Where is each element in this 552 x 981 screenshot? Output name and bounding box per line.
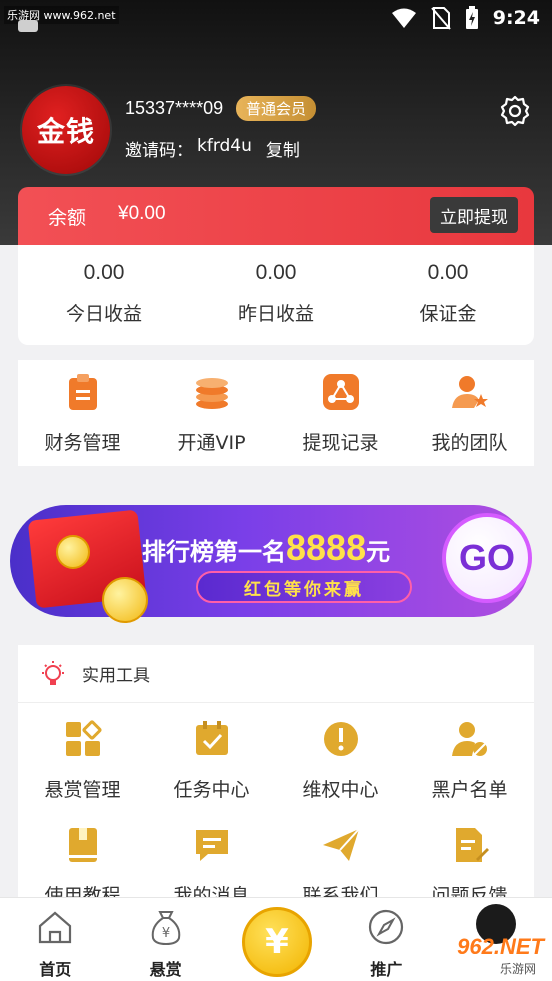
- tool-blacklist[interactable]: 黑户名单: [405, 703, 534, 809]
- edit-doc-icon: [455, 828, 489, 862]
- user-phone: 15337****09: [125, 98, 224, 118]
- book-icon: [68, 828, 97, 862]
- yuan-coin-icon: ¥: [265, 922, 289, 962]
- home-icon: [39, 911, 72, 944]
- member-badge: 普通会员: [236, 96, 317, 121]
- invite-row: 邀请码： kfrd4u 复制: [125, 136, 300, 161]
- earning-label: 昨日收益: [237, 303, 314, 325]
- quick-item-label: 财务管理: [44, 432, 121, 454]
- status-bar: 乐游网 www.962.net 9:24: [0, 0, 552, 38]
- avatar-text: 金钱: [36, 115, 95, 148]
- quick-item-team[interactable]: 我的团队: [405, 360, 534, 466]
- earnings-panel: 0.00 今日收益 0.00 昨日收益 0.00 保证金: [18, 245, 534, 345]
- tool-rights-center[interactable]: 维权中心: [276, 703, 405, 809]
- tool-label: 维权中心: [302, 779, 379, 801]
- quick-item-withdraw-records[interactable]: 提现记录: [276, 360, 405, 466]
- svg-text:¥: ¥: [161, 926, 169, 941]
- send-icon: [322, 828, 360, 861]
- user-star-icon: [451, 376, 488, 408]
- user-block-icon: [451, 722, 487, 756]
- banner-amount: 8888: [286, 527, 367, 568]
- earning-value: 0.00: [255, 261, 297, 284]
- banner-title-text: 排行榜第一名: [142, 538, 286, 566]
- copy-button[interactable]: 复制: [266, 136, 300, 161]
- withdraw-button[interactable]: 立即提现: [430, 197, 518, 233]
- quick-menu: 财务管理 开通VIP 提现记录 我的团队: [18, 360, 534, 466]
- tools-panel: 实用工具 悬赏管理 任务中心 维权中心 黑户名单 使用教程 我的消息 联系我们 …: [18, 645, 534, 907]
- coin-icon: [102, 577, 148, 623]
- earning-value: 0.00: [427, 261, 469, 284]
- invite-code: kfrd4u: [197, 136, 252, 156]
- coins-icon: [195, 378, 228, 409]
- nav-promote[interactable]: 推广: [331, 898, 441, 981]
- nav-bounty[interactable]: ¥ 悬赏: [110, 898, 220, 981]
- corner-watermark: 962.NET: [457, 934, 544, 959]
- compass-icon: [369, 909, 404, 945]
- tools-header: 实用工具: [18, 645, 534, 703]
- banner-unit: 元: [366, 538, 391, 566]
- tool-label: 悬赏管理: [44, 779, 121, 801]
- banner-title: 排行榜第一名8888元: [142, 527, 390, 569]
- quick-item-finance[interactable]: 财务管理: [18, 360, 147, 466]
- nav-label: 悬赏: [149, 960, 182, 979]
- quick-item-label: 我的团队: [431, 432, 508, 454]
- earning-today[interactable]: 0.00 今日收益: [18, 245, 190, 345]
- go-label: GO: [458, 537, 515, 578]
- lightbulb-icon: [42, 660, 64, 685]
- tool-label: 黑户名单: [431, 779, 508, 801]
- clipboard-icon: [68, 374, 97, 410]
- share-icon: [322, 374, 359, 410]
- corner-watermark-sub: 乐游网: [499, 962, 536, 976]
- balance-value: ¥0.00: [118, 203, 166, 224]
- nav-label: 推广: [370, 960, 403, 979]
- earning-deposit[interactable]: 0.00 保证金: [362, 245, 534, 345]
- nav-label: 首页: [39, 960, 72, 979]
- watermark-logo: [18, 20, 38, 32]
- alert-icon: [323, 722, 358, 756]
- go-button[interactable]: GO: [442, 513, 532, 603]
- quick-item-label: 提现记录: [302, 432, 379, 454]
- no-sim-icon: [430, 7, 451, 30]
- balance-label: 余额: [48, 207, 87, 229]
- tool-label: 任务中心: [173, 779, 250, 801]
- wifi-icon: [391, 8, 416, 28]
- balance-card: 余额 ¥0.00 立即提现: [18, 187, 534, 245]
- tool-task-center[interactable]: 任务中心: [147, 703, 276, 809]
- clock-time: 9:24: [492, 7, 540, 29]
- coin-icon: [56, 535, 90, 569]
- earning-value: 0.00: [83, 261, 125, 284]
- tools-title: 实用工具: [82, 666, 150, 686]
- quick-item-vip[interactable]: 开通VIP: [147, 360, 276, 466]
- settings-gear-icon[interactable]: [498, 94, 532, 128]
- grid-icon: [65, 720, 102, 756]
- status-icons: 9:24: [391, 6, 540, 30]
- message-icon: [195, 830, 228, 861]
- invite-label: 邀请码：: [125, 141, 193, 161]
- money-bag-icon: ¥: [151, 911, 180, 946]
- nav-home[interactable]: 首页: [0, 898, 110, 981]
- banner-subtitle: 红包等你来赢: [196, 571, 412, 603]
- ranking-banner[interactable]: 排行榜第一名8888元 红包等你来赢 GO: [10, 505, 532, 623]
- quick-item-label: 开通VIP: [177, 432, 246, 454]
- battery-charging-icon: [465, 6, 478, 29]
- earning-yesterday[interactable]: 0.00 昨日收益: [190, 245, 362, 345]
- tools-grid: 悬赏管理 任务中心 维权中心 黑户名单 使用教程 我的消息 联系我们 问题反馈: [18, 703, 534, 915]
- earning-label: 今日收益: [65, 303, 142, 325]
- avatar[interactable]: 金钱: [22, 86, 110, 174]
- nav-center-button[interactable]: ¥: [242, 907, 312, 977]
- earning-label: 保证金: [419, 303, 477, 325]
- tool-bounty-management[interactable]: 悬赏管理: [18, 703, 147, 809]
- calendar-check-icon: [195, 721, 228, 755]
